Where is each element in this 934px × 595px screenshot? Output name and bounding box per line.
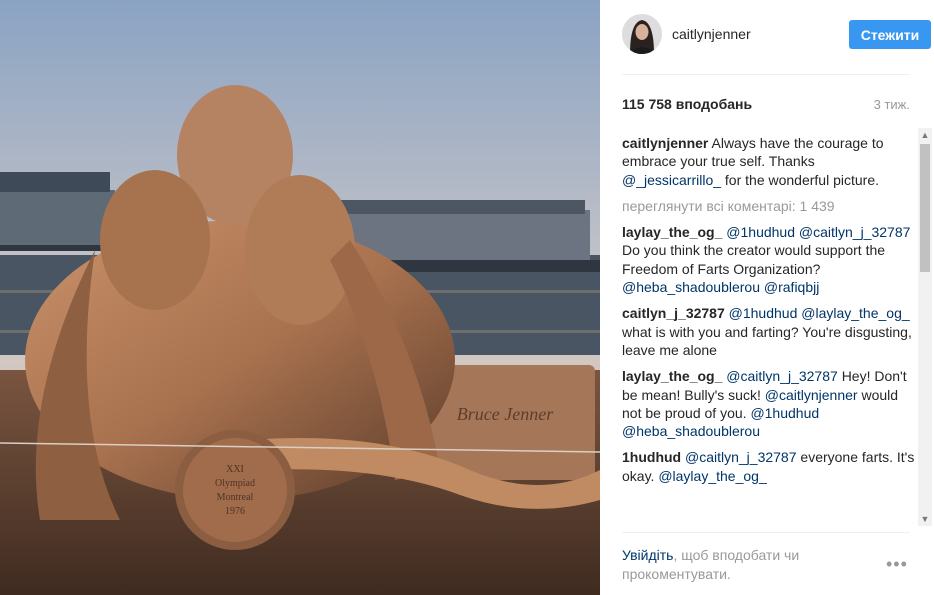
- scroll-up-arrow-icon[interactable]: ▲: [918, 128, 932, 142]
- avatar-image: [622, 14, 662, 54]
- comment-text: Do you think the creator would support t…: [622, 242, 886, 277]
- caption-author[interactable]: caitlynjenner: [622, 135, 708, 151]
- plaque-name: Bruce Jenner: [457, 404, 554, 424]
- comments-list: caitlynjenner Always have the courage to…: [622, 134, 915, 526]
- login-link[interactable]: Увійдіть: [622, 547, 673, 563]
- comment-item: laylay_the_og_ @caitlyn_j_32787 Hey! Don…: [622, 367, 915, 440]
- medal-line-2: Olympiad: [215, 478, 255, 489]
- view-all-comments-link[interactable]: переглянути всі коментарі: 1 439: [622, 197, 915, 215]
- login-prompt: Увійдіть, щоб вподобати чи прокоментуват…: [622, 546, 882, 584]
- comment-mention[interactable]: @rafiqbjj: [764, 279, 819, 295]
- scroll-down-arrow-icon[interactable]: ▼: [918, 512, 932, 526]
- instagram-post: Bruce Jenner XXI Olympiad Montreal 1976: [0, 0, 934, 595]
- avatar[interactable]: [622, 14, 662, 54]
- comment-item: caitlyn_j_32787 @1hudhud @laylay_the_og_…: [622, 304, 915, 359]
- post-time[interactable]: 3 тиж.: [874, 97, 910, 112]
- medal-line-1: XXI: [226, 464, 244, 475]
- comment-mention[interactable]: @1hudhud: [750, 405, 819, 421]
- follow-button[interactable]: Стежити: [849, 20, 931, 49]
- caption: caitlynjenner Always have the courage to…: [622, 134, 915, 189]
- comment-text: what is with you and farting? You're dis…: [622, 323, 912, 358]
- comment-mention[interactable]: @laylay_the_og_: [801, 305, 909, 321]
- post-side-panel: caitlynjenner Стежити 115 758 вподобань …: [600, 0, 934, 595]
- comment-mention[interactable]: @1hudhud: [726, 224, 795, 240]
- caption-text-2: for the wonderful picture.: [724, 171, 880, 188]
- comment-author[interactable]: laylay_the_og_: [622, 224, 722, 240]
- medal-line-3: Montreal: [217, 492, 254, 503]
- comment-mention[interactable]: @caitlyn_j_32787: [799, 224, 911, 240]
- header-divider: [622, 74, 910, 75]
- sand-sculpture-image: Bruce Jenner XXI Olympiad Montreal 1976: [0, 0, 600, 595]
- comment-item: laylay_the_og_ @1hudhud @caitlyn_j_32787…: [622, 223, 915, 296]
- comment-author[interactable]: 1hudhud: [622, 449, 681, 465]
- caption-mention[interactable]: @_jessicarrillo_: [622, 172, 721, 188]
- scroll-thumb[interactable]: [920, 144, 930, 272]
- comment-mention[interactable]: @caitlyn_j_32787: [726, 368, 838, 384]
- more-options-icon[interactable]: •••: [886, 554, 908, 575]
- comment-mention[interactable]: @caitlyn_j_32787: [685, 449, 797, 465]
- likes-count[interactable]: 115 758 вподобань: [622, 96, 752, 112]
- comments-scrollbar[interactable]: ▲ ▼: [918, 128, 932, 526]
- comment-mention[interactable]: @heba_shadoublerou: [622, 423, 760, 439]
- username-link[interactable]: caitlynjenner: [672, 26, 751, 42]
- comment-mention[interactable]: @laylay_the_og_: [658, 468, 766, 484]
- comment-mention[interactable]: @heba_shadoublerou: [622, 279, 760, 295]
- comment-mention[interactable]: @1hudhud: [729, 305, 798, 321]
- post-photo[interactable]: Bruce Jenner XXI Olympiad Montreal 1976: [0, 0, 600, 595]
- comment-author[interactable]: laylay_the_og_: [622, 368, 722, 384]
- comment-author[interactable]: caitlyn_j_32787: [622, 305, 725, 321]
- medal-line-4: 1976: [225, 506, 245, 517]
- footer-divider: [622, 532, 910, 533]
- comment-item: 1hudhud @caitlyn_j_32787 everyone farts.…: [622, 448, 915, 485]
- post-header: caitlynjenner Стежити: [622, 14, 931, 56]
- comment-mention[interactable]: @caitlynjenner: [765, 387, 858, 403]
